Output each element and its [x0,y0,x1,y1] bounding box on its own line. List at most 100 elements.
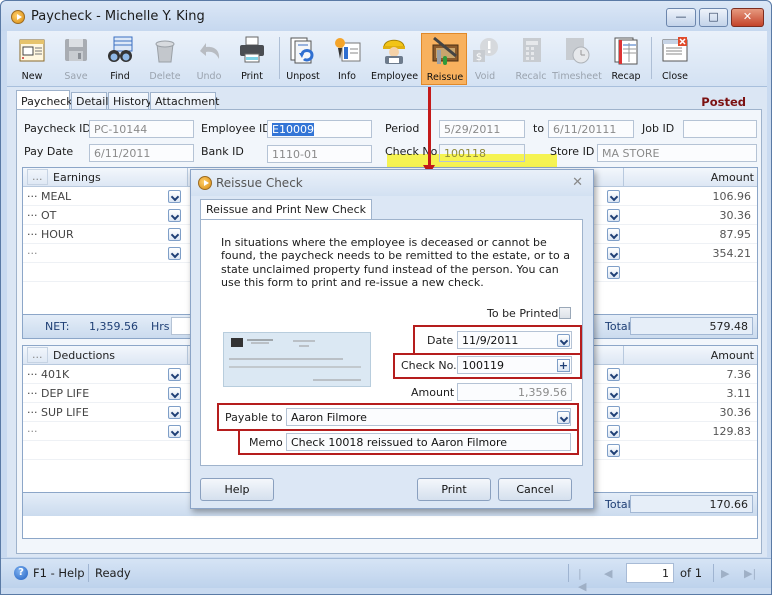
tab-history[interactable]: History [108,92,152,110]
void-money-icon: $ [473,38,498,63]
timesheet-clock-icon [566,38,590,64]
date-field[interactable]: 11/9/2011 [457,331,572,349]
tab-attachment[interactable]: Attachment [150,92,220,110]
dialog-app-icon [198,176,212,190]
timesheet-button[interactable]: Timesheet [552,33,602,85]
save-button[interactable]: Save [53,33,99,85]
store-id-field[interactable]: MA STORE [597,144,757,162]
period-to-field[interactable]: 6/11/20111 [548,120,634,138]
to-be-printed-label: To be Printed [487,307,559,320]
tab-reissue-print[interactable]: Reissue and Print New Check [200,199,372,219]
next-page-icon[interactable]: ▶ [721,567,733,580]
dropdown-icon[interactable] [168,406,181,419]
last-page-icon[interactable]: ▶| [744,567,756,580]
earnings-amount: 354.21 [712,247,752,260]
dropdown-icon[interactable] [607,425,620,438]
period-from-field[interactable]: 5/29/2011 [439,120,525,138]
dropdown-icon[interactable] [607,228,620,241]
earnings-name: ··· MEAL [27,190,72,203]
dropdown-icon[interactable] [168,209,181,222]
store-id-label: Store ID [550,145,595,158]
status-separator [713,564,714,582]
pay-date-field[interactable]: 6/11/2011 [89,144,194,162]
unpost-button[interactable]: Unpost [280,33,326,85]
undo-arrow-icon [200,43,220,59]
dropdown-icon[interactable] [168,368,181,381]
dropdown-icon[interactable] [168,190,181,203]
date-dropdown-icon[interactable] [557,334,570,347]
print-dialog-button[interactable]: Print [417,478,491,501]
help-icon[interactable]: ? [14,566,28,580]
earnings-menu-button[interactable]: ... [27,169,48,185]
payable-to-dropdown-icon[interactable] [557,411,570,424]
dialog-pane: In situations where the employee is dece… [200,219,583,466]
earnings-total-label: Total [605,320,631,333]
void-button[interactable]: $ Void [462,33,508,85]
deductions-menu-button[interactable]: ... [27,347,48,363]
dropdown-icon[interactable] [607,190,620,203]
to-be-printed-checkbox[interactable] [559,307,571,319]
status-badge: Posted [701,95,746,109]
paycheck-id-field[interactable]: PC-10144 [89,120,194,138]
close-form-icon [662,37,688,62]
dropdown-icon[interactable] [168,425,181,438]
job-id-field[interactable] [683,120,757,138]
trash-bin-icon [155,40,175,63]
check-no-increment-icon[interactable]: + [557,359,570,372]
dropdown-icon[interactable] [607,368,620,381]
page-number-field[interactable]: 1 [626,563,674,583]
dialog-close-icon[interactable]: ✕ [572,175,583,190]
dropdown-icon[interactable] [607,444,620,457]
undo-button[interactable]: Undo [186,33,232,85]
dialog-check-no-label: Check No. [401,359,457,372]
close-window-button[interactable]: ✕ [731,8,764,27]
employee-button[interactable]: Employee [371,33,418,85]
cancel-button[interactable]: Cancel [498,478,572,501]
recalc-button[interactable]: Recalc [508,33,554,85]
svg-text:$: $ [476,52,482,63]
info-button[interactable]: Info [324,33,370,85]
tab-detail[interactable]: Detail [71,92,108,110]
delete-button[interactable]: Delete [142,33,188,85]
tab-paycheck[interactable]: Paycheck [16,90,73,110]
toolbar: New Save Find Delete Undo Print Unpost I… [7,31,767,87]
calculator-icon [523,38,541,62]
deductions-column-header: Deductions [53,349,116,362]
column-divider [187,346,188,365]
dropdown-icon[interactable] [607,247,620,260]
minimize-button[interactable]: — [666,8,696,27]
new-button[interactable]: New [9,33,55,85]
previous-page-icon[interactable]: ◀ [604,567,616,580]
bank-id-field[interactable]: 1110-01 [267,145,372,163]
column-divider [187,168,188,187]
recap-button[interactable]: Recap [603,33,649,85]
dropdown-icon[interactable] [607,266,620,279]
close-button[interactable]: Close [652,33,698,85]
employee-worker-icon [383,39,405,64]
net-label: NET: [45,320,70,333]
deduction-name: ··· DEP LIFE [27,387,90,400]
dropdown-icon[interactable] [607,406,620,419]
payable-to-field[interactable]: Aaron Filmore [286,408,571,426]
memo-field[interactable]: Check 10018 reissued to Aaron Filmore [286,433,571,451]
dropdown-icon[interactable] [168,228,181,241]
job-id-label: Job ID [642,122,675,135]
reissue-button[interactable]: Reissue [421,33,467,85]
annotation-arrow [428,87,431,167]
help-button[interactable]: Help [200,478,274,501]
dropdown-icon[interactable] [607,387,620,400]
employee-id-field[interactable]: E10009 [267,120,372,138]
first-page-icon[interactable]: |◀ [578,567,590,593]
maximize-button[interactable]: □ [699,8,728,27]
dropdown-icon[interactable] [168,247,181,260]
dropdown-icon[interactable] [168,387,181,400]
deduction-name: ··· 401K [27,368,70,381]
dropdown-icon[interactable] [607,209,620,222]
deduction-name: ··· [27,425,38,438]
print-button[interactable]: Print [229,33,275,85]
find-button[interactable]: Find [97,33,143,85]
status-text: Ready [95,566,131,580]
f1-help-label[interactable]: F1 - Help [33,566,85,580]
check-no-field[interactable]: 100118 [439,144,525,162]
dialog-check-no-field[interactable]: 100119 [457,356,572,374]
